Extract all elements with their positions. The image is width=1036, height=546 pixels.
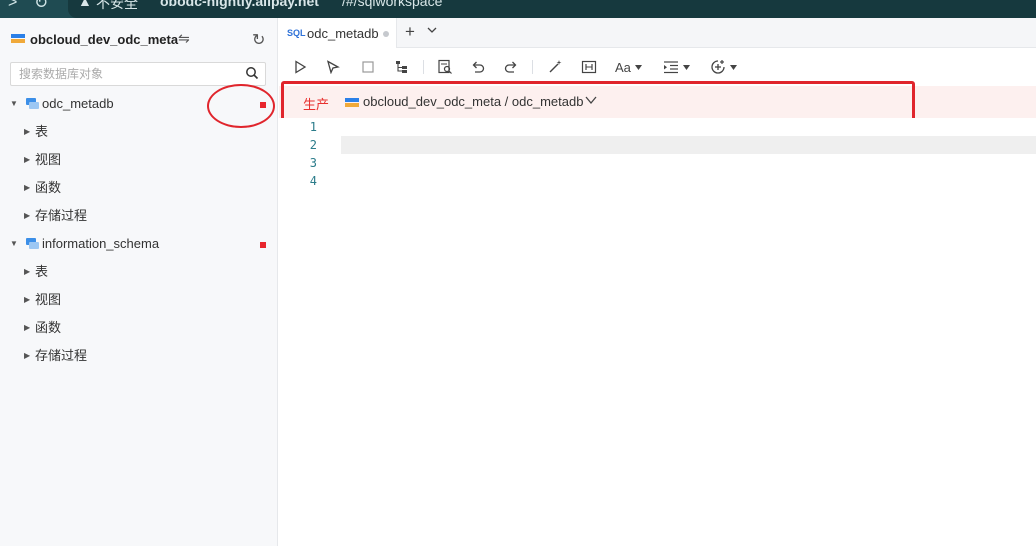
tree-item-functions[interactable]: ▶ 函数 <box>0 314 278 342</box>
database-icon <box>26 98 39 109</box>
caret-right-icon[interactable]: ▶ <box>24 202 30 230</box>
url-host: obodc-nightly.alipay.net <box>160 0 319 9</box>
add-tab-icon[interactable]: + <box>405 22 415 42</box>
tab-odc-metadb[interactable]: SQL odc_metadb <box>279 18 397 48</box>
datasource-header: obcloud_dev_odc_meta ⇋ ↻ <box>0 28 278 52</box>
database-name: information_schema <box>42 236 160 251</box>
env-label: 生产 <box>303 97 330 112</box>
search-icon[interactable] <box>245 66 259 80</box>
caret-right-icon[interactable]: ▶ <box>24 286 30 314</box>
tree-item-label: 视图 <box>35 292 62 307</box>
tab-bar: SQL odc_metadb + <box>279 18 1036 48</box>
datasource-logo-icon <box>11 34 25 43</box>
datasource-name[interactable]: obcloud_dev_odc_meta <box>30 32 178 47</box>
url-field[interactable]: ▲ 不安全 obodc-nightly.alipay.net /#/sqlwor… <box>68 0 1036 18</box>
more-icon[interactable] <box>710 57 737 77</box>
tree-item-procedures[interactable]: ▶ 存储过程 <box>0 342 278 370</box>
caret-down-icon[interactable]: ▼ <box>10 230 18 258</box>
line-number-gutter: 1 2 3 4 <box>279 118 325 190</box>
line-number: 1 <box>309 120 317 134</box>
case-button[interactable]: Aa <box>615 57 642 77</box>
database-item[interactable]: ▼ odc_metadb <box>0 90 278 118</box>
tree-item-tables[interactable]: ▶ 表 <box>0 258 278 286</box>
caret-right-icon[interactable]: ▶ <box>24 342 30 370</box>
database-icon <box>26 238 39 249</box>
tree-item-label: 函数 <box>35 180 62 195</box>
connection-path[interactable]: obcloud_dev_odc_meta / odc_metadb <box>363 94 583 109</box>
editor-toolbar: Aa <box>279 48 1036 86</box>
indent-icon[interactable] <box>663 57 690 77</box>
tree-item-label: 视图 <box>35 152 62 167</box>
caret-right-icon[interactable]: ▶ <box>24 118 30 146</box>
reload-icon[interactable]: ↻ <box>34 0 48 13</box>
search-box <box>10 62 266 86</box>
chevron-down-icon[interactable] <box>427 26 437 34</box>
warning-icon: ▲ <box>78 0 92 9</box>
case-label: Aa <box>615 59 631 75</box>
unsaved-dot-icon[interactable] <box>383 31 389 37</box>
sidebar: obcloud_dev_odc_meta ⇋ ↻ ▼ odc_metadb ▶ … <box>0 18 278 546</box>
url-path: /#/sqlworkspace <box>342 0 443 9</box>
tab-title: odc_metadb <box>307 26 379 41</box>
browser-address-bar: > ↻ ▲ 不安全 obodc-nightly.alipay.net /#/sq… <box>0 0 1036 18</box>
sql-badge: SQL <box>287 28 306 38</box>
current-line-highlight <box>341 136 1036 154</box>
sql-editor[interactable]: 1 2 3 4 <box>279 118 1036 546</box>
plan-icon[interactable] <box>394 57 410 77</box>
tree-item-label: 表 <box>35 124 49 139</box>
search-input[interactable] <box>11 63 231 85</box>
refresh-icon[interactable]: ↻ <box>252 30 265 50</box>
caret-down-icon <box>730 64 737 70</box>
database-tree: ▼ odc_metadb ▶ 表 ▶ 视图 ▶ 函数 ▶ 存储过程 ▼ info… <box>0 90 278 370</box>
stop-icon[interactable] <box>361 57 375 77</box>
database-name: odc_metadb <box>42 96 114 111</box>
tree-item-views[interactable]: ▶ 视图 <box>0 286 278 314</box>
toolbar-divider <box>423 60 424 74</box>
undo-icon[interactable] <box>470 57 486 77</box>
beautify-icon[interactable] <box>547 57 563 77</box>
env-indicator <box>260 102 266 108</box>
caret-right-icon[interactable]: ▶ <box>24 174 30 202</box>
tree-item-views[interactable]: ▶ 视图 <box>0 146 278 174</box>
run-icon[interactable] <box>293 57 307 77</box>
tree-item-label: 表 <box>35 264 49 279</box>
caret-right-icon[interactable]: ▶ <box>24 146 30 174</box>
caret-right-icon[interactable]: ▶ <box>24 258 30 286</box>
snippet-icon[interactable] <box>581 57 597 77</box>
tree-item-label: 存储过程 <box>35 208 88 223</box>
switch-datasource-icon[interactable]: ⇋ <box>178 30 190 47</box>
line-number: 3 <box>309 156 317 170</box>
environment-bar: 生产 obcloud_dev_odc_meta / odc_metadb <box>279 86 1036 118</box>
line-number: 4 <box>309 174 317 188</box>
tree-item-functions[interactable]: ▶ 函数 <box>0 174 278 202</box>
caret-right-icon[interactable]: ▶ <box>24 314 30 342</box>
forward-icon[interactable]: > <box>8 0 17 12</box>
tree-item-label: 函数 <box>35 320 62 335</box>
line-number: 2 <box>309 138 317 152</box>
security-label: 不安全 <box>96 0 138 11</box>
format-check-icon[interactable] <box>437 57 453 77</box>
env-indicator <box>260 242 266 248</box>
redo-icon[interactable] <box>503 57 519 77</box>
caret-down-icon <box>634 64 642 70</box>
datasource-logo-icon <box>345 98 359 107</box>
tree-item-tables[interactable]: ▶ 表 <box>0 118 278 146</box>
tree-item-procedures[interactable]: ▶ 存储过程 <box>0 202 278 230</box>
database-item[interactable]: ▼ information_schema <box>0 230 278 258</box>
toolbar-divider <box>532 60 533 74</box>
run-selection-icon[interactable] <box>326 57 340 77</box>
caret-down-icon <box>683 64 690 70</box>
caret-down-icon[interactable]: ▼ <box>10 90 18 118</box>
tree-item-label: 存储过程 <box>35 348 88 363</box>
chevron-down-icon[interactable] <box>585 95 597 105</box>
